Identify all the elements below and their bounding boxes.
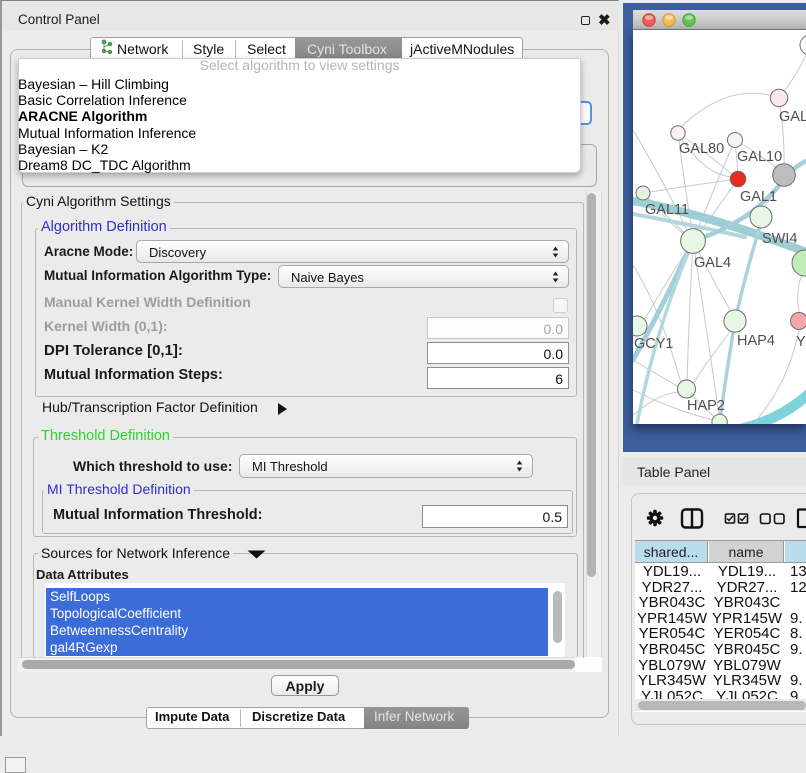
svg-text:GAL1: GAL1 bbox=[740, 189, 777, 205]
svg-text:YE: YE bbox=[796, 334, 806, 350]
svg-text:GAL4: GAL4 bbox=[694, 255, 731, 271]
svg-text:HAP2: HAP2 bbox=[687, 398, 725, 414]
svg-text:GCY1: GCY1 bbox=[634, 336, 674, 352]
svg-text:SWI4: SWI4 bbox=[762, 231, 797, 247]
svg-text:HAP4: HAP4 bbox=[737, 333, 775, 349]
svg-text:GAL11: GAL11 bbox=[645, 202, 689, 218]
svg-text:GAL80: GAL80 bbox=[679, 141, 724, 157]
svg-text:GAL2: GAL2 bbox=[779, 109, 806, 125]
svg-text:GAL10: GAL10 bbox=[737, 149, 782, 165]
